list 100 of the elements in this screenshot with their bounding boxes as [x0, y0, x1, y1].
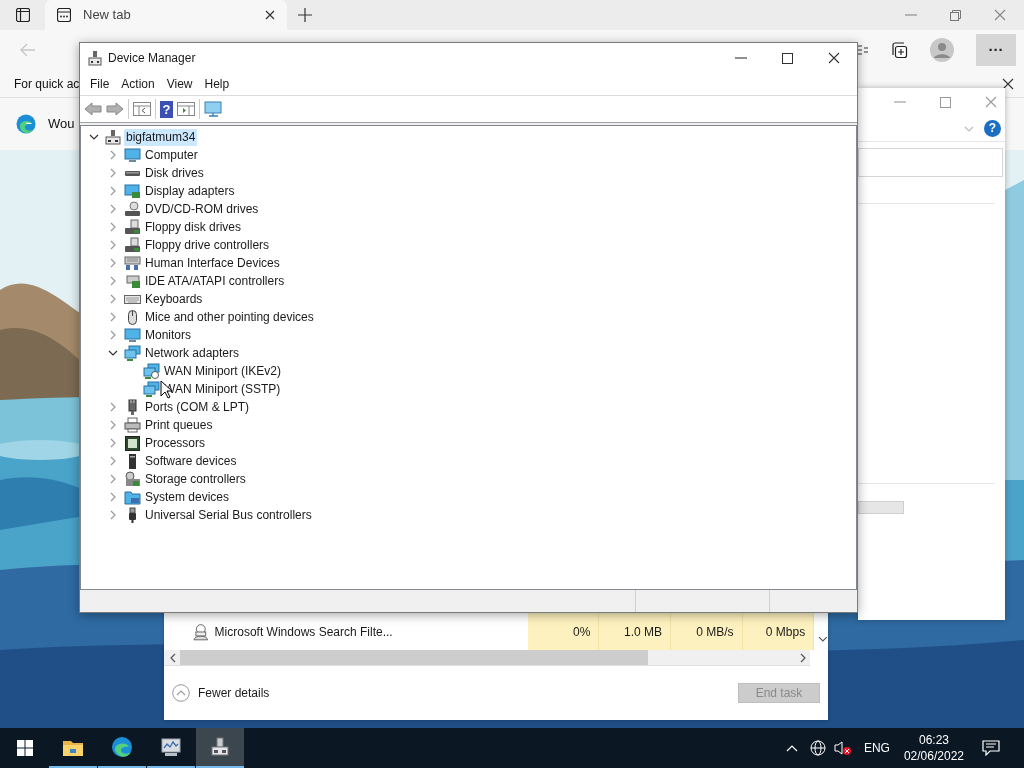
tree-item[interactable]: Display adapters: [143, 182, 237, 200]
tree-item[interactable]: System devices: [143, 488, 232, 506]
fewer-details-button[interactable]: Fewer details: [172, 684, 270, 702]
drive-icon: [124, 170, 141, 176]
help-button[interactable]: ?: [160, 100, 173, 118]
forward-arrow-icon[interactable]: [106, 102, 124, 116]
favorites-bar-text: For quick ac: [14, 75, 80, 93]
globe-icon[interactable]: [809, 740, 826, 756]
scan-hardware-icon[interactable]: [204, 101, 224, 117]
speaker-muted-icon[interactable]: [833, 740, 852, 756]
back-arrow-icon[interactable]: [20, 43, 36, 57]
chevron-down-icon[interactable]: [964, 125, 974, 132]
floppy-drive-icon: [124, 218, 141, 236]
expand-chevron-icon[interactable]: [108, 294, 118, 304]
more-button[interactable]: ···: [976, 34, 1016, 66]
tree-item[interactable]: DVD/CD-ROM drives: [143, 200, 261, 218]
action-pane-icon[interactable]: [177, 102, 195, 116]
computer-network-icon: [105, 128, 122, 146]
maximize-icon[interactable]: [782, 52, 793, 64]
computer-network-icon: [88, 50, 102, 66]
expand-chevron-icon[interactable]: [108, 240, 118, 250]
expand-chevron-icon[interactable]: [108, 258, 118, 268]
close-icon[interactable]: [1002, 77, 1014, 90]
collapse-chevron-icon[interactable]: [108, 348, 118, 358]
close-icon[interactable]: [265, 10, 275, 20]
expand-chevron-icon[interactable]: [108, 474, 118, 484]
process-name[interactable]: Microsoft Windows Search Filte...: [214, 622, 528, 641]
expand-chevron-icon[interactable]: [108, 204, 118, 214]
input-device-icon: [124, 254, 141, 272]
collections-icon[interactable]: [890, 41, 908, 59]
tree-item[interactable]: Print queues: [143, 416, 215, 434]
expand-chevron-icon[interactable]: [108, 402, 118, 412]
help-button[interactable]: ?: [984, 120, 1001, 137]
notification-icon[interactable]: [982, 740, 1000, 756]
scroll-right-icon[interactable]: [800, 652, 806, 663]
network-adapter-icon: [143, 362, 160, 380]
scroll-down-icon[interactable]: [818, 635, 828, 642]
tree-item[interactable]: IDE ATA/ATAPI controllers: [143, 272, 287, 290]
tree-item[interactable]: Floppy disk drives: [143, 218, 244, 236]
chevron-up-circle-icon: [172, 684, 190, 702]
tree-item[interactable]: Storage controllers: [143, 470, 248, 488]
close-icon[interactable]: [828, 52, 840, 64]
tree-item[interactable]: bigfatmum34: [124, 128, 198, 146]
table-cell: 0%: [527, 613, 600, 650]
windows-start-icon[interactable]: [16, 740, 33, 756]
printer-icon: [124, 416, 141, 434]
tree-item[interactable]: Processors: [143, 434, 208, 452]
expand-chevron-icon[interactable]: [108, 222, 118, 232]
expand-chevron-icon[interactable]: [108, 420, 118, 430]
tree-item[interactable]: Floppy drive controllers: [143, 236, 272, 254]
menu-item[interactable]: View: [160, 75, 199, 93]
storage-controller-icon: [124, 470, 141, 488]
expand-chevron-icon[interactable]: [108, 276, 118, 286]
expand-chevron-icon[interactable]: [108, 510, 118, 520]
expand-chevron-icon[interactable]: [108, 312, 118, 322]
expand-chevron-icon[interactable]: [108, 168, 118, 178]
language-indicator[interactable]: ENG: [863, 739, 890, 757]
tree-item[interactable]: Network adapters: [143, 344, 242, 362]
processor-icon: [124, 434, 141, 452]
tree-item[interactable]: Computer: [143, 146, 200, 164]
new-tab-plus-icon[interactable]: [297, 7, 313, 23]
browser-tab[interactable]: New tab: [45, 0, 287, 30]
expand-chevron-icon[interactable]: [108, 456, 118, 466]
search-field[interactable]: [858, 148, 1003, 177]
tree-item[interactable]: Mice and other pointing devices: [143, 308, 316, 326]
menu-item[interactable]: File: [84, 75, 116, 93]
window-title: Device Manager: [108, 50, 196, 67]
tree-item[interactable]: WAN Miniport (IKEv2): [162, 362, 283, 380]
menu-item[interactable]: Action: [115, 75, 161, 93]
expand-chevron-icon[interactable]: [108, 330, 118, 340]
tree-item[interactable]: Ports (COM & LPT): [143, 398, 251, 416]
taskbar-app-button[interactable]: [196, 728, 244, 768]
restore-icon[interactable]: [950, 9, 961, 21]
expand-chevron-icon[interactable]: [108, 150, 118, 160]
menu-item[interactable]: Help: [198, 75, 236, 93]
tree-item[interactable]: Disk drives: [143, 164, 206, 182]
expand-chevron-icon[interactable]: [108, 438, 118, 448]
controller-card-icon: [124, 272, 141, 290]
sidebar-icon[interactable]: [15, 8, 30, 22]
scroll-left-icon[interactable]: [170, 652, 176, 663]
table-cell: 0 MB/s: [670, 613, 743, 650]
collapse-chevron-icon[interactable]: [89, 132, 99, 142]
tree-item[interactable]: Software devices: [143, 452, 239, 470]
expand-chevron-icon[interactable]: [108, 186, 118, 196]
tree-item[interactable]: Universal Serial Bus controllers: [143, 506, 314, 524]
tree-item[interactable]: Human Interface Devices: [143, 254, 282, 272]
banner-text: Wou: [48, 115, 75, 134]
back-arrow-icon[interactable]: [84, 102, 102, 116]
console-tree-icon[interactable]: [133, 102, 151, 116]
network-adapter-icon: [143, 380, 160, 398]
chevron-up-icon[interactable]: [785, 744, 798, 752]
profile-avatar-icon[interactable]: [930, 38, 954, 62]
clock-date[interactable]: 02/06/2022: [903, 748, 964, 764]
tree-item[interactable]: Monitors: [143, 326, 193, 344]
browser-logo-icon: [111, 736, 133, 758]
expand-chevron-icon[interactable]: [108, 492, 118, 502]
clock-time[interactable]: 06:23: [918, 732, 949, 748]
scrollbar-thumb[interactable]: [180, 650, 648, 665]
scrollbar-thumb[interactable]: [858, 501, 904, 514]
tree-item[interactable]: Keyboards: [143, 290, 205, 308]
